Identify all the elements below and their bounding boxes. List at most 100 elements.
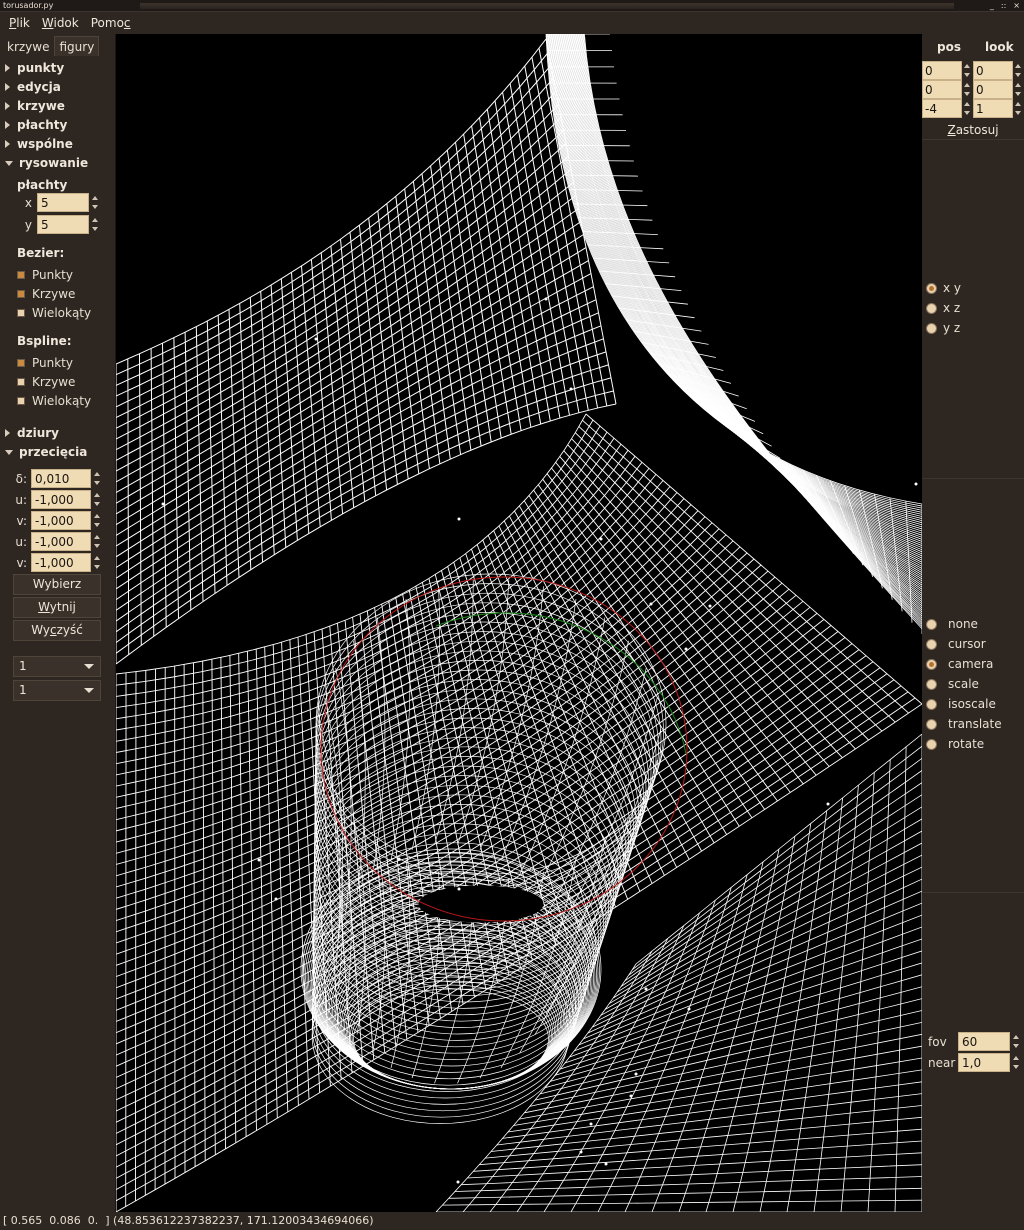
status-bar: [ 0.565 0.086 0. ] (48.853612237382237, … — [0, 1212, 1024, 1230]
expand-right-icon — [5, 102, 10, 110]
expander-punkty[interactable]: punkty — [5, 59, 64, 77]
spin-arrows-icon[interactable] — [1014, 61, 1022, 80]
wireframe-scene[interactable] — [116, 34, 922, 1212]
bspline-label: Bspline: — [17, 334, 72, 348]
v2-input[interactable]: -1,000 — [31, 553, 91, 572]
wyczysc-button[interactable]: Wyczyść — [13, 620, 101, 641]
bspline-wielokaty-check[interactable]: Wielokąty — [17, 392, 91, 410]
spin-arrows-icon[interactable] — [93, 532, 101, 551]
gl-viewport[interactable] — [116, 34, 922, 1212]
bspline-punkty-check[interactable]: Punkty — [17, 354, 73, 372]
plane-xy-radio[interactable]: x y — [926, 279, 961, 297]
v1-input[interactable]: -1,000 — [31, 511, 91, 530]
right-panel: pos look 0 0 -4 0 0 1 Zastosuj x y x z y… — [922, 34, 1024, 1212]
delta-label: δ: — [15, 471, 27, 486]
delta-input[interactable]: 0,010 — [31, 469, 91, 488]
menu-bar: Plik Widok Pomoc — [0, 12, 1024, 34]
spin-arrows-icon[interactable] — [1012, 1053, 1020, 1072]
bspline-krzywe-check[interactable]: Krzywe — [17, 373, 75, 391]
expander-wspolne[interactable]: wspólne — [5, 135, 73, 153]
plane-yz-radio[interactable]: y z — [926, 319, 960, 337]
menu-plik[interactable]: Plik — [3, 12, 36, 34]
expand-down-icon — [5, 160, 13, 166]
radio-icon — [926, 718, 937, 730]
spin-arrows-icon[interactable] — [1014, 99, 1022, 118]
mode-isoscale-radio[interactable]: isoscale — [926, 695, 996, 713]
menu-pomoc[interactable]: Pomoc — [85, 12, 137, 34]
spin-arrows-icon[interactable] — [93, 469, 101, 488]
v2-spin: v: -1,000 — [3, 553, 101, 572]
pos-y-input[interactable]: 0 — [922, 80, 962, 99]
spin-arrows-icon[interactable] — [963, 80, 971, 99]
expander-krzywe[interactable]: krzywe — [5, 97, 65, 115]
bezier-wielokaty-check[interactable]: Wielokąty — [17, 304, 91, 322]
spin-arrows-icon[interactable] — [91, 215, 99, 234]
wytnij-button[interactable]: Wytnij — [13, 597, 101, 618]
look-x-input[interactable]: 0 — [973, 61, 1013, 80]
look-y-input[interactable]: 0 — [973, 80, 1013, 99]
checkbox-icon — [17, 309, 25, 317]
mode-camera-radio[interactable]: camera — [926, 655, 993, 673]
checkbox-icon — [17, 271, 25, 279]
radio-icon — [926, 302, 937, 314]
plachty-x-input[interactable]: 5 — [37, 193, 89, 212]
spin-arrows-icon[interactable] — [963, 61, 971, 80]
title-bar-grip[interactable] — [140, 3, 954, 9]
spin-arrows-icon[interactable] — [963, 99, 971, 118]
bezier-krzywe-check[interactable]: Krzywe — [17, 285, 75, 303]
cylinder-rings-mesh — [300, 573, 667, 1124]
window-title: torusador.py — [3, 1, 54, 10]
radio-icon — [926, 638, 937, 650]
bezier-punkty-check[interactable]: Punkty — [17, 266, 73, 284]
checkbox-icon — [17, 290, 25, 298]
y-label: y — [24, 217, 32, 232]
spin-arrows-icon[interactable] — [93, 511, 101, 530]
plachty-y-input[interactable]: 5 — [37, 215, 89, 234]
expander-dziury[interactable]: dziury — [5, 424, 59, 442]
checkbox-icon — [17, 359, 25, 367]
mode-none-radio[interactable]: none — [926, 615, 978, 633]
fov-input[interactable]: 60 — [958, 1032, 1010, 1051]
look-z-input[interactable]: 1 — [973, 99, 1013, 118]
near-input[interactable]: 1,0 — [958, 1053, 1010, 1072]
radio-selected-icon — [926, 658, 937, 670]
spin-arrows-icon[interactable] — [93, 553, 101, 572]
expander-rysowanie[interactable]: rysowanie — [5, 154, 88, 172]
checkbox-icon — [17, 378, 25, 386]
surface-select-2[interactable]: 1 — [13, 680, 101, 701]
separator — [922, 478, 1024, 479]
mode-scale-radio[interactable]: scale — [926, 675, 979, 693]
v1-spin: v: -1,000 — [3, 511, 101, 530]
expander-przeciecia[interactable]: przecięcia — [5, 443, 87, 461]
u2-input[interactable]: -1,000 — [31, 532, 91, 551]
spin-arrows-icon[interactable] — [91, 193, 99, 212]
spin-arrows-icon[interactable] — [1012, 1032, 1020, 1051]
upper-sheet-mesh — [116, 38, 617, 665]
mode-rotate-radio[interactable]: rotate — [926, 735, 984, 753]
pos-z-input[interactable]: -4 — [922, 99, 962, 118]
wybierz-button[interactable]: Wybierz — [13, 574, 101, 595]
expand-right-icon — [5, 429, 10, 437]
u1-spin: u: -1,000 — [3, 490, 101, 509]
minimize-icon[interactable]: _ — [990, 0, 994, 12]
surface-select-1[interactable]: 1 — [13, 656, 101, 677]
maximize-icon[interactable]: :: — [1001, 0, 1006, 12]
radio-icon — [926, 322, 937, 334]
tab-krzywe[interactable]: krzywe — [2, 36, 55, 56]
zastosuj-button[interactable]: Zastosuj — [922, 120, 1024, 140]
tab-bar: krzywe figury — [2, 36, 100, 56]
plane-xz-radio[interactable]: x z — [926, 299, 960, 317]
expander-edycja[interactable]: edycja — [5, 78, 61, 96]
pos-x-input[interactable]: 0 — [922, 61, 962, 80]
tab-figury[interactable]: figury — [54, 36, 100, 56]
mode-cursor-radio[interactable]: cursor — [926, 635, 986, 653]
spin-arrows-icon[interactable] — [93, 490, 101, 509]
close-icon[interactable]: × — [1013, 0, 1020, 12]
mode-translate-radio[interactable]: translate — [926, 715, 1002, 733]
expander-plachty[interactable]: płachty — [5, 116, 67, 134]
expand-right-icon — [5, 140, 10, 148]
title-bar: torusador.py _ :: × — [0, 0, 1024, 12]
u1-input[interactable]: -1,000 — [31, 490, 91, 509]
spin-arrows-icon[interactable] — [1014, 80, 1022, 99]
menu-widok[interactable]: Widok — [36, 12, 85, 34]
